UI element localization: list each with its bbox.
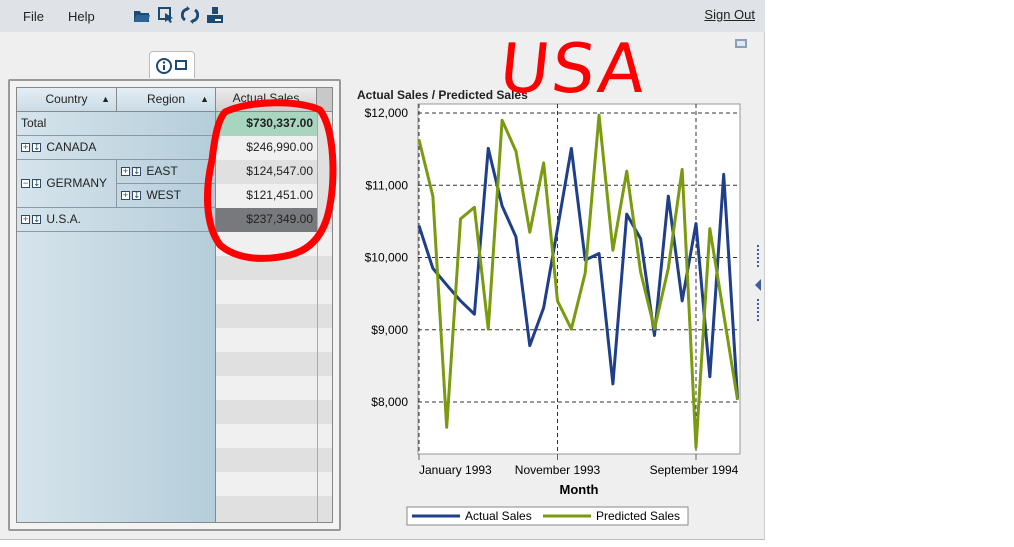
- empty-row: [216, 352, 332, 376]
- expand-icon[interactable]: +: [121, 167, 130, 177]
- cell-west-value[interactable]: $121,451.00: [216, 184, 317, 208]
- export-icon[interactable]: [206, 6, 224, 24]
- sign-out-link[interactable]: Sign Out: [704, 7, 755, 22]
- y-tick-label: $12,000: [365, 106, 409, 120]
- crosstab-table: Country ▲ Region ▲ Actual Sales Total + ↧ C…: [16, 87, 333, 523]
- drill-down-icon[interactable]: ↧: [32, 143, 41, 153]
- x-tick-label: November 1993: [515, 463, 601, 477]
- empty-row: [216, 400, 332, 424]
- empty-row: [216, 376, 332, 400]
- x-tick-label: January 1993: [419, 463, 492, 477]
- sort-ascending-icon[interactable]: ▲: [101, 88, 110, 111]
- row-header-usa[interactable]: + ↧ U.S.A.: [17, 208, 216, 232]
- y-tick-label: $8,000: [371, 395, 408, 409]
- maximize-icon[interactable]: [735, 39, 747, 48]
- empty-row: [216, 304, 332, 328]
- header-label: Region: [146, 92, 186, 106]
- drill-down-icon[interactable]: ↧: [32, 215, 41, 225]
- empty-row: [216, 256, 332, 280]
- cell-canada-value[interactable]: $246,990.00: [216, 136, 317, 160]
- cell-east-value[interactable]: $124,547.00: [216, 160, 317, 184]
- y-tick-label: $11,000: [366, 178, 409, 192]
- side-panel-collapse-handle[interactable]: [752, 243, 764, 325]
- x-tick-label: September 1994: [650, 463, 739, 477]
- menu-help[interactable]: Help: [68, 9, 95, 24]
- empty-row: [216, 496, 332, 520]
- row-label: CANADA: [46, 140, 97, 154]
- drill-down-icon[interactable]: ↧: [32, 179, 41, 189]
- row-label: U.S.A.: [46, 212, 82, 226]
- legend: Actual Sales Predicted Sales: [406, 506, 689, 526]
- app-window: File Help Sign Out Country ▲ Region ▲ Actu…: [0, 0, 765, 540]
- expand-icon[interactable]: +: [21, 143, 30, 153]
- header-spacer: [317, 88, 332, 112]
- cell-usa-value[interactable]: $237,349.00: [216, 208, 317, 232]
- collapse-icon[interactable]: −: [21, 179, 30, 189]
- empty-row: [216, 472, 332, 496]
- drill-down-icon[interactable]: ↧: [132, 191, 141, 201]
- column-divider: [317, 112, 318, 522]
- empty-row: [216, 448, 332, 472]
- cell-total-value[interactable]: $730,337.00: [216, 112, 317, 136]
- legend-label-actual: Actual Sales: [465, 509, 532, 523]
- line-chart: Actual Sales / Predicted Sales $8,000 $9,…: [357, 88, 741, 526]
- row-header-west[interactable]: + ↧ WEST: [117, 184, 216, 208]
- table-view-icon[interactable]: [175, 60, 187, 70]
- refresh-icon[interactable]: [181, 6, 199, 24]
- y-tick-label: $10,000: [365, 251, 409, 265]
- legend-label-predicted: Predicted Sales: [596, 509, 680, 523]
- expand-icon[interactable]: +: [21, 215, 30, 225]
- row-header-total[interactable]: Total: [17, 112, 216, 136]
- view-toggle-tab[interactable]: [149, 51, 195, 78]
- collapse-arrow-icon: [755, 279, 761, 291]
- open-folder-icon[interactable]: [133, 6, 151, 24]
- row-header-canada[interactable]: + ↧ CANADA: [17, 136, 216, 160]
- menu-file[interactable]: File: [23, 9, 44, 24]
- x-axis-label: Month: [560, 482, 599, 497]
- expand-icon[interactable]: +: [121, 191, 130, 201]
- column-header-region[interactable]: Region ▲: [117, 88, 216, 112]
- info-icon[interactable]: [156, 58, 172, 74]
- drill-down-icon[interactable]: ↧: [132, 167, 141, 177]
- empty-row: [216, 232, 332, 256]
- empty-row: [216, 280, 332, 304]
- row-label: GERMANY: [46, 176, 108, 190]
- row-header-germany[interactable]: − ↧ GERMANY: [17, 160, 117, 208]
- row-label: EAST: [146, 164, 178, 178]
- header-label: Country: [45, 92, 88, 106]
- column-header-country[interactable]: Country ▲: [17, 88, 117, 112]
- chart-title: Actual Sales / Predicted Sales: [357, 88, 528, 102]
- empty-row: [216, 328, 332, 352]
- empty-row: [216, 424, 332, 448]
- menu-bar: File Help Sign Out: [0, 0, 765, 32]
- y-tick-label: $9,000: [371, 323, 408, 337]
- sort-ascending-icon[interactable]: ▲: [200, 88, 209, 111]
- column-header-actual-sales[interactable]: Actual Sales: [216, 88, 317, 112]
- select-icon[interactable]: [157, 6, 175, 24]
- row-label: WEST: [146, 188, 182, 202]
- row-header-east[interactable]: + ↧ EAST: [117, 160, 216, 184]
- row-headers: Total + ↧ CANADA − ↧ GERMANY + ↧ EAST + ↧ WE…: [17, 112, 216, 522]
